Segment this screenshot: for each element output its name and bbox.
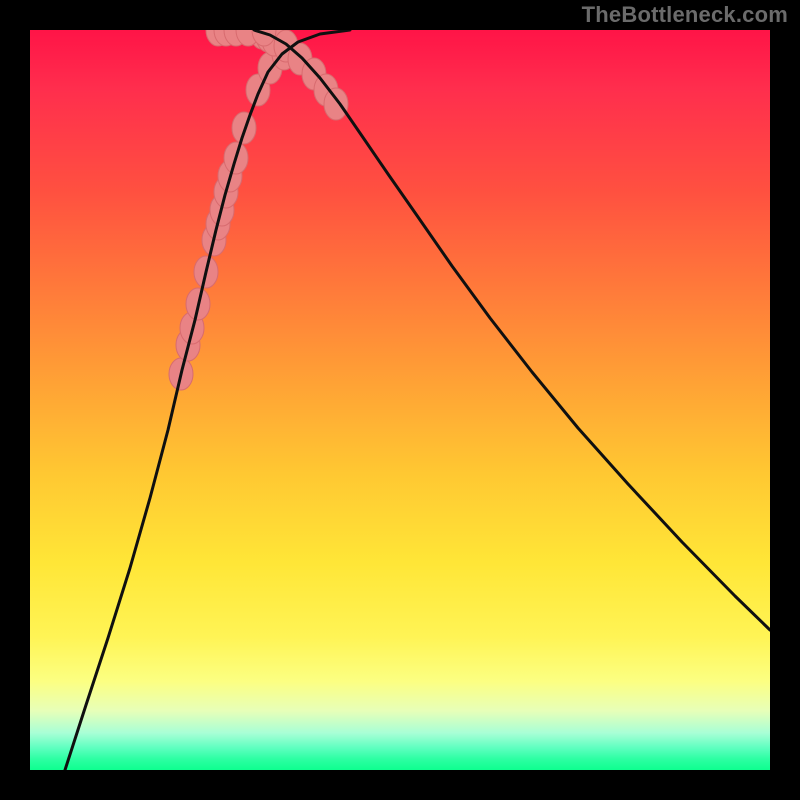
- curve-left-curve: [65, 30, 350, 770]
- plot-area: [30, 30, 770, 770]
- watermark-text: TheBottleneck.com: [582, 2, 788, 28]
- marker-group-markers-left-curve: [169, 38, 296, 390]
- data-curves: [65, 30, 770, 770]
- data-markers: [169, 30, 348, 390]
- curve-right-curve: [254, 30, 770, 630]
- marker-dot: [324, 88, 348, 120]
- chart-svg: [30, 30, 770, 770]
- chart-frame: TheBottleneck.com: [0, 0, 800, 800]
